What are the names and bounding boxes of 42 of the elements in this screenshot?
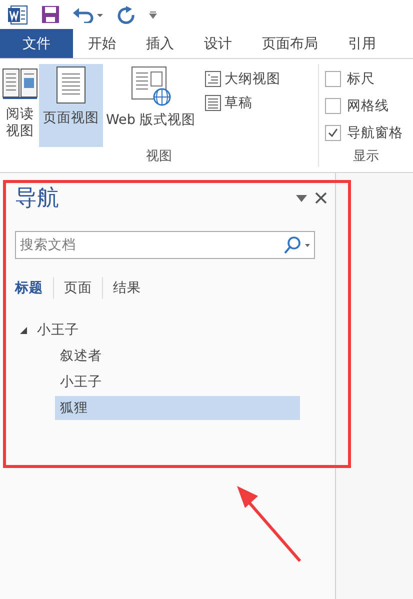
checkbox[interactable] <box>325 98 341 114</box>
pane-tab[interactable]: 页面 <box>53 277 102 299</box>
word-logo-icon[interactable] <box>8 4 28 24</box>
view-button[interactable]: Web 版式视图 <box>105 64 197 147</box>
web-page-icon <box>130 66 171 106</box>
search-field[interactable]: 搜索文档 <box>15 231 315 259</box>
pane-title: 导航 <box>15 185 59 213</box>
undo-icon[interactable] <box>73 6 103 22</box>
checkbox-label: 标尺 <box>347 70 375 88</box>
ribbon-tab[interactable]: 页面布局 <box>247 29 333 58</box>
save-icon[interactable] <box>42 6 59 23</box>
outline-icon <box>204 71 221 87</box>
dropdown-icon[interactable] <box>296 194 307 202</box>
page-icon <box>56 66 86 104</box>
ribbon-tab[interactable]: 文件 <box>0 29 73 58</box>
group-label: 显示 <box>352 148 380 166</box>
heading-item[interactable]: 叙述者 <box>55 344 300 368</box>
collapse-icon[interactable] <box>20 326 27 334</box>
pane-tab[interactable]: 标题 <box>15 277 53 299</box>
draft-icon <box>204 95 221 111</box>
view-button[interactable]: 草稿 <box>204 94 281 112</box>
ribbon-tab[interactable]: 开始 <box>73 29 131 58</box>
redo-icon[interactable] <box>117 6 135 24</box>
pane-tab[interactable]: 结果 <box>102 277 151 299</box>
view-button[interactable]: 页面视图 <box>39 64 103 147</box>
heading-item[interactable]: 狐狸 <box>55 396 300 420</box>
close-icon[interactable] <box>315 192 327 204</box>
view-button[interactable]: 大纲视图 <box>204 70 281 88</box>
checkbox-label: 导航窗格 <box>347 124 403 142</box>
check-icon <box>327 127 339 139</box>
group-label: 视图 <box>145 148 173 166</box>
heading-item[interactable]: 小王子 <box>55 370 300 394</box>
ribbon-tab[interactable]: 插入 <box>131 29 189 58</box>
checkbox-label: 网格线 <box>347 97 389 115</box>
search-icon[interactable] <box>283 236 311 254</box>
checkbox[interactable] <box>325 71 341 87</box>
checkbox[interactable] <box>325 125 341 141</box>
view-button[interactable]: 阅读视图 <box>3 64 37 147</box>
customize-menu-icon[interactable] <box>149 10 157 18</box>
heading-item[interactable]: 小王子 <box>32 318 84 342</box>
ribbon-tab[interactable]: 设计 <box>189 29 247 58</box>
ribbon-tab[interactable]: 引用 <box>333 29 391 58</box>
